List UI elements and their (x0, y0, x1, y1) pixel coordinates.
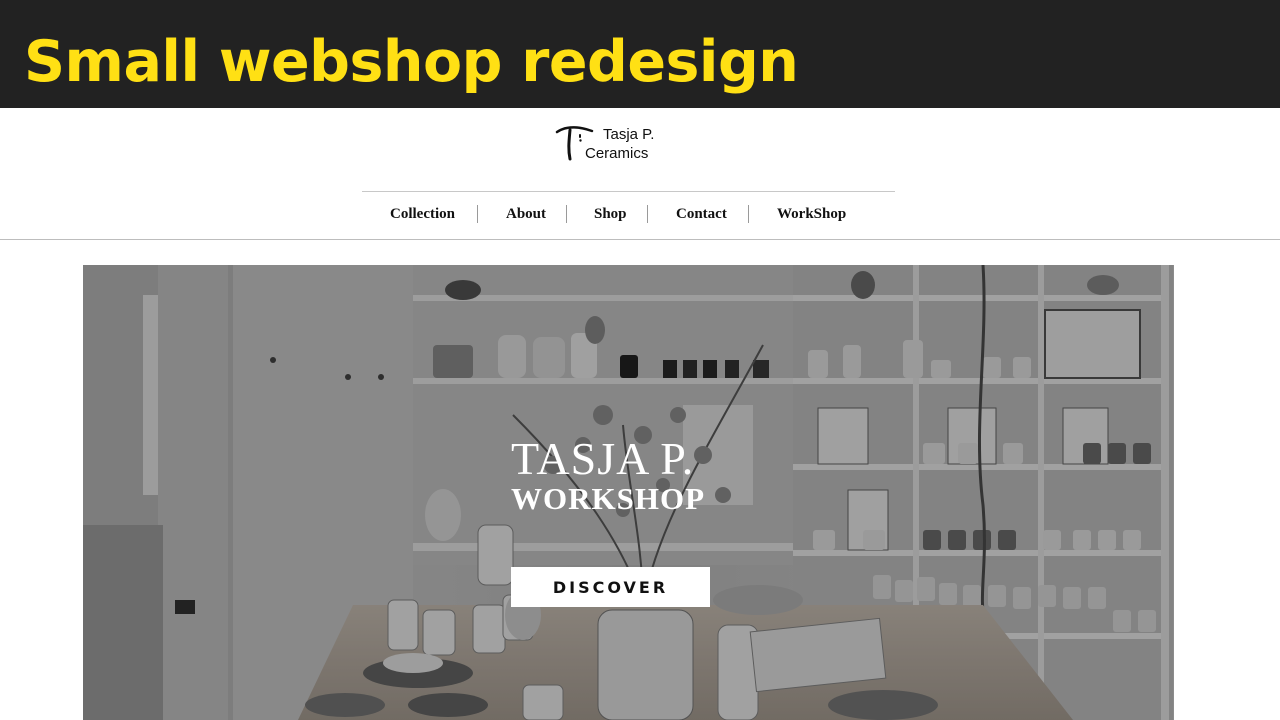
nav-separator (477, 205, 478, 223)
hero-section: TASJA P. WORKSHOP DISCOVER (83, 265, 1174, 720)
nav-item-workshop[interactable]: WorkShop (777, 204, 846, 224)
site-header: Tasja P. Ceramics Collection About Shop … (0, 108, 1280, 240)
nav-item-contact[interactable]: Contact (676, 204, 727, 224)
nav-item-collection[interactable]: Collection (390, 204, 455, 224)
hero-subtitle: WORKSHOP (511, 481, 706, 516)
main-nav: Collection About Shop Contact WorkShop (362, 204, 895, 224)
logo-subtitle: Ceramics (585, 145, 649, 162)
hero-title: TASJA P. (511, 433, 695, 484)
nav-item-shop[interactable]: Shop (594, 204, 627, 224)
site-logo[interactable]: Tasja P. Ceramics (555, 123, 675, 165)
logo-name: Tasja P. (603, 126, 655, 143)
presentation-banner: Small webshop redesign (0, 0, 1280, 108)
header-divider (0, 239, 1280, 240)
nav-separator (647, 205, 648, 223)
discover-button[interactable]: DISCOVER (511, 567, 710, 607)
banner-title: Small webshop redesign (24, 29, 799, 95)
nav-separator (748, 205, 749, 223)
nav-item-about[interactable]: About (506, 204, 546, 224)
nav-divider (362, 191, 895, 192)
nav-separator (566, 205, 567, 223)
